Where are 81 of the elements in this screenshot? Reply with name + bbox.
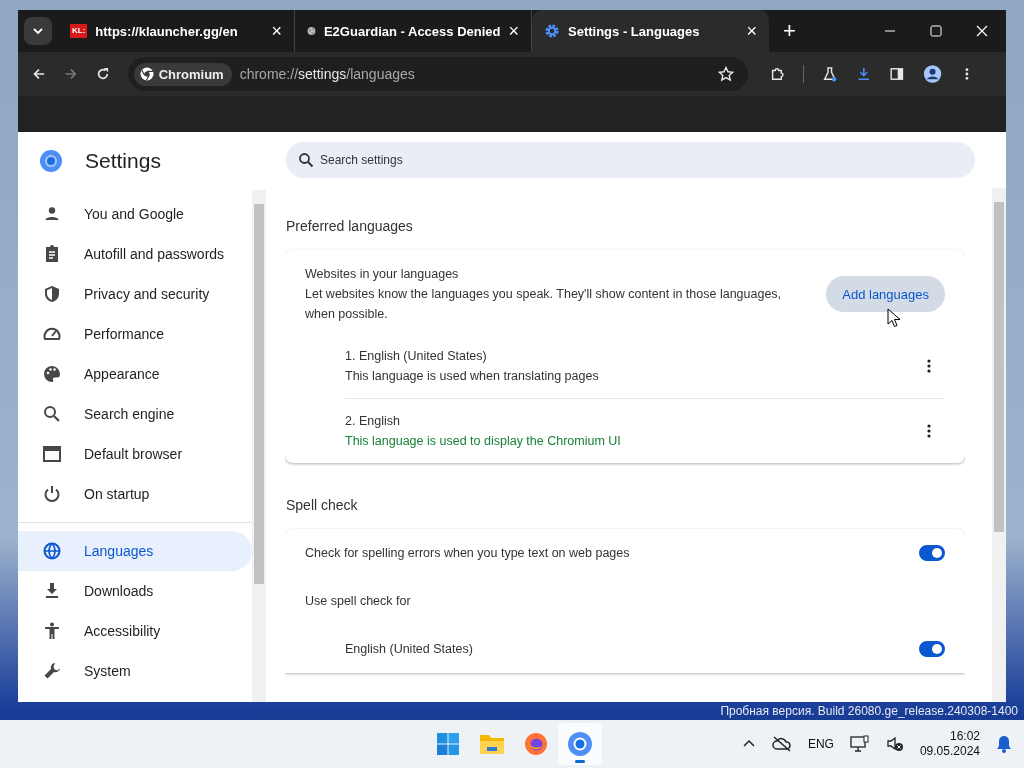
speaker-muted-icon[interactable]	[885, 735, 904, 753]
power-icon	[42, 484, 62, 504]
window-icon	[42, 444, 62, 464]
sidebar-item[interactable]: Privacy and security	[18, 274, 252, 314]
language-note: This language is used when translating pages	[345, 368, 600, 385]
sidebar-item[interactable]: Languages	[18, 531, 252, 571]
back-icon[interactable]	[32, 66, 46, 82]
settings-title: Settings	[85, 149, 161, 173]
search-icon	[42, 404, 62, 424]
sidebar-item[interactable]: Autofill and passwords	[18, 234, 252, 274]
sidebar-item[interactable]: Performance	[18, 314, 252, 354]
search-field[interactable]: Search settings	[286, 142, 975, 178]
chromium-logo-icon	[39, 149, 63, 173]
toggle-switch[interactable]	[919, 545, 945, 561]
site-chip[interactable]: Chromium	[133, 62, 232, 86]
forward-icon[interactable]	[63, 66, 78, 82]
watermark-text: Пробная версия. Build 26080.ge_release.240308-1400	[720, 704, 1018, 718]
close-icon[interactable]	[976, 25, 988, 37]
setting-title: Websites in your languages	[305, 266, 460, 283]
section-heading: Spell check	[286, 497, 359, 513]
tab-title: E2Guardian - Access Denied	[323, 23, 501, 39]
new-tab-button[interactable]: +	[783, 18, 796, 44]
browser-tab[interactable]: Settings - Languages ×	[532, 10, 769, 52]
add-languages-button[interactable]: Add languages	[826, 276, 945, 312]
language-name: 2. English	[345, 413, 401, 430]
sidebar-item[interactable]: On startup	[18, 474, 252, 514]
sidebar-item[interactable]: Search engine	[18, 394, 252, 434]
site-badge-icon: KL:	[70, 24, 88, 38]
url-text: chrome://settings/languages	[239, 66, 416, 82]
maximize-icon[interactable]	[930, 25, 942, 37]
fox-globe-icon	[524, 732, 548, 756]
profile-avatar-icon[interactable]	[923, 63, 943, 85]
wrench-icon	[42, 661, 62, 681]
reload-icon[interactable]	[95, 66, 110, 82]
chromium-logo-icon	[567, 731, 593, 757]
sidebar-item[interactable]: Appearance	[18, 354, 252, 394]
bell-icon[interactable]	[996, 735, 1012, 753]
close-tab-button[interactable]: ×	[271, 20, 282, 42]
sidebar-item[interactable]: You and Google	[18, 194, 252, 234]
sidebar-item[interactable]: Downloads	[18, 571, 252, 611]
accessibility-icon	[42, 621, 62, 641]
section-heading: Preferred languages	[286, 218, 414, 234]
address-bar[interactable]: Chromium chrome://settings/languages	[127, 57, 748, 91]
sidebar-item[interactable]: Accessibility	[18, 611, 252, 651]
cloud-off-icon[interactable]	[771, 736, 792, 752]
setting-label: Check for spelling errors when you type text on web pages	[305, 546, 631, 560]
setting-label: Use spell check for	[305, 594, 412, 608]
close-tab-button[interactable]: ×	[746, 20, 757, 42]
puzzle-icon[interactable]	[769, 65, 786, 83]
time-text: 16:02	[949, 729, 980, 744]
tab-title: Settings - Languages	[568, 23, 701, 39]
chevron-down-icon	[32, 25, 44, 37]
chromium-taskbar-button[interactable]	[558, 723, 602, 765]
language-note: This language is used to display the Chromium UI	[345, 433, 622, 450]
tab-search-button[interactable]	[24, 17, 52, 45]
side-panel-icon[interactable]	[889, 65, 906, 83]
language-name: English (United States)	[345, 642, 474, 656]
sidebar-item[interactable]: Default browser	[18, 434, 252, 474]
toggle-switch[interactable]	[919, 641, 945, 657]
setting-description: Let websites know the languages you speak. They'll show content in those languages, when possible.	[305, 286, 783, 323]
network-icon[interactable]	[849, 735, 870, 753]
tab-title: https://klauncher.gg/en	[95, 23, 239, 39]
folder-icon	[479, 732, 505, 756]
palette-icon	[42, 364, 62, 384]
globe-icon	[42, 541, 62, 561]
input-language-indicator[interactable]: ENG	[807, 737, 834, 751]
chromium-logo-icon	[139, 67, 154, 81]
search-icon	[298, 152, 314, 168]
scrollbar[interactable]	[992, 188, 1006, 702]
language-name: 1. English (United States)	[345, 348, 488, 365]
gear-icon	[544, 23, 560, 39]
mouse-cursor-icon	[887, 308, 901, 328]
windows-logo-icon	[436, 732, 460, 756]
star-icon[interactable]	[717, 66, 734, 82]
sidebar-item[interactable]: System	[18, 651, 252, 691]
scrollbar[interactable]	[252, 190, 266, 702]
shield-icon	[42, 284, 62, 304]
clock[interactable]: 16:02 09.05.2024	[919, 729, 980, 759]
close-tab-button[interactable]: ×	[508, 20, 519, 42]
date-text: 09.05.2024	[919, 744, 980, 759]
flask-icon[interactable]	[822, 65, 838, 83]
